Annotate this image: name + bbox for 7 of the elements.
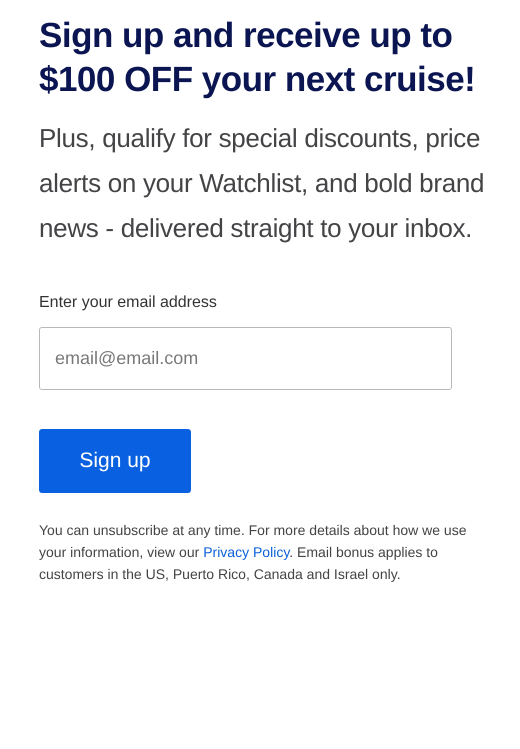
email-label: Enter your email address — [39, 293, 218, 313]
email-field[interactable]: email@email.com — [39, 327, 452, 390]
heading: Sign up and receive up to $100 OFF your next cruise! — [39, 15, 476, 101]
disclaimer-text: You can unsubscribe at any time. For more details about how we use your information, view our Privacy Policy. Email bonus applies to customers in the US, Puerto Rico, Canada and Israel only. — [39, 521, 468, 584]
sign-up-button[interactable]: Sign up — [39, 429, 191, 493]
subheading: Plus, qualify for special discounts, price alerts on your Watchlist, and bold brand news - delivered straight to your inbox. — [39, 122, 486, 245]
privacy-policy-link[interactable]: Privacy Policy — [203, 544, 290, 560]
